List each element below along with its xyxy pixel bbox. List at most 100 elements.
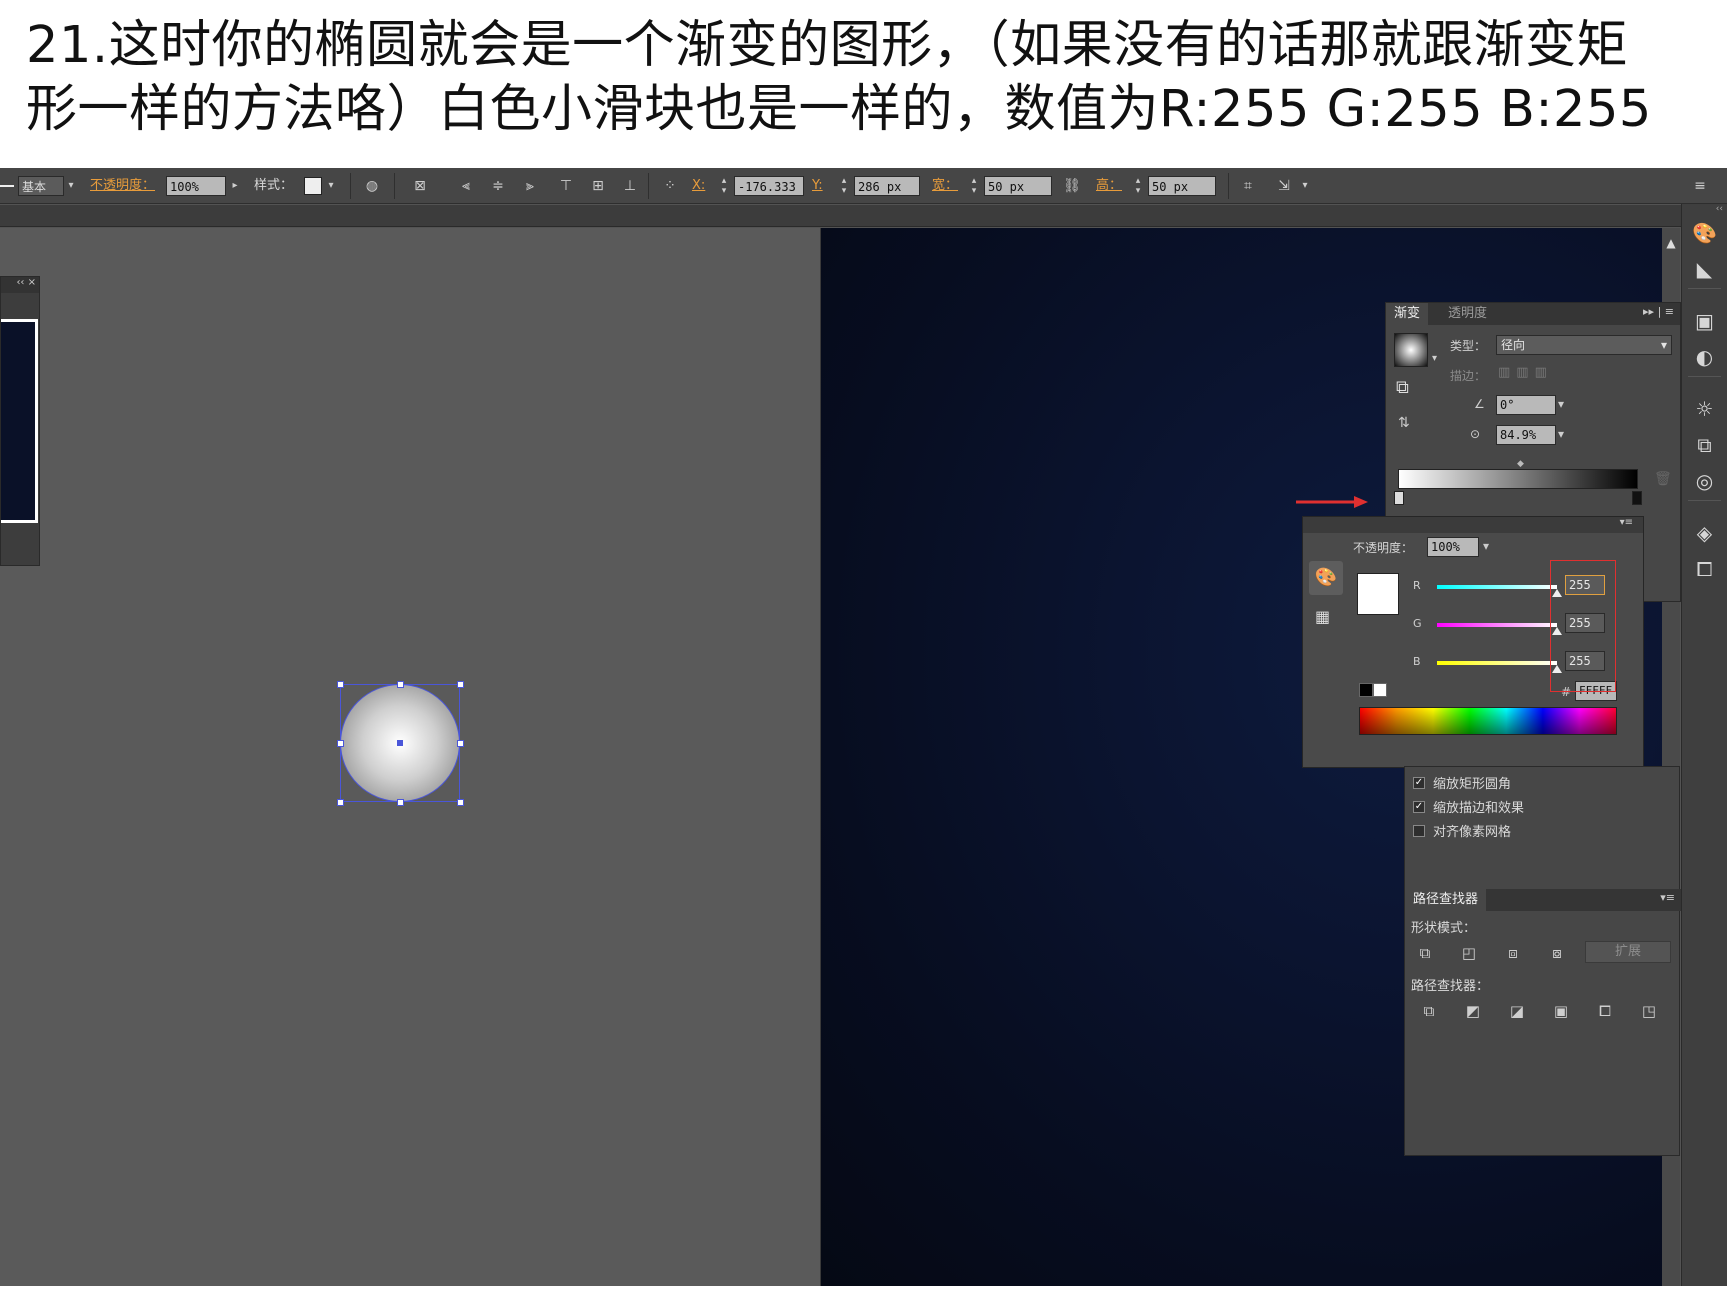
navigator-thumbnail[interactable]	[1, 319, 38, 523]
chevron-down-icon[interactable]: ▾	[1558, 397, 1564, 411]
scale-corners-checkbox[interactable]: ✓	[1413, 777, 1425, 789]
scale-corners-label: 缩放矩形圆角	[1433, 777, 1512, 792]
fill-color-swatch[interactable]	[1357, 573, 1399, 615]
opacity-label[interactable]: 不透明度：	[90, 176, 155, 196]
panel-menu-icon[interactable]: ▾≡	[1660, 891, 1675, 904]
align-to-icon[interactable]: ⊠	[410, 176, 430, 196]
divide-icon[interactable]: ⧉	[1419, 1001, 1439, 1021]
dock-collapse-icon[interactable]: ‹‹	[1682, 204, 1727, 214]
r-slider[interactable]	[1437, 585, 1557, 589]
align-hcenter-icon[interactable]: ≑	[488, 176, 508, 196]
aspect-ratio-input[interactable]: 84.9%	[1496, 425, 1556, 445]
crop-icon[interactable]: ▣	[1551, 1001, 1571, 1021]
color-opacity-input[interactable]: 100%	[1427, 537, 1479, 557]
link-icon[interactable]: ⛓	[1062, 176, 1082, 196]
artboards-icon[interactable]: ⧠	[1690, 554, 1720, 584]
gradient-stop-black[interactable]	[1632, 491, 1642, 505]
opacity-input[interactable]: 100%	[166, 176, 226, 196]
resize-handle[interactable]	[337, 799, 344, 806]
resize-handle[interactable]	[337, 740, 344, 747]
chevron-down-icon[interactable]: ▾	[1483, 539, 1489, 553]
resize-handle[interactable]	[337, 681, 344, 688]
resize-handle[interactable]	[397, 799, 404, 806]
resize-handle[interactable]	[457, 799, 464, 806]
align-pixel-checkbox[interactable]	[1413, 825, 1425, 837]
resize-handle[interactable]	[457, 681, 464, 688]
isolate-icon[interactable]: ⇲	[1274, 176, 1294, 196]
transform-panel-icon[interactable]: ⧉	[1690, 430, 1720, 460]
align-vcenter-icon[interactable]: ⊞	[588, 176, 608, 196]
scroll-up-icon[interactable]: ▲	[1662, 236, 1680, 250]
transparency-icon[interactable]: ◐	[1690, 342, 1720, 372]
g-slider[interactable]	[1437, 623, 1557, 627]
resize-handle[interactable]	[397, 681, 404, 688]
expand-button[interactable]: 扩展	[1585, 941, 1671, 963]
merge-icon[interactable]: ◪	[1507, 1001, 1527, 1021]
exclude-icon[interactable]: ⧇	[1547, 943, 1567, 963]
tab-pathfinder[interactable]: 路径查找器	[1405, 889, 1487, 911]
play-icon[interactable]: ▸	[228, 176, 242, 196]
trim-icon[interactable]: ◩	[1463, 1001, 1483, 1021]
reference-point-icon[interactable]: ⁘	[660, 176, 680, 196]
black-swatch[interactable]	[1359, 683, 1373, 697]
panel-menu-icon[interactable]: ▾≡	[1303, 517, 1643, 533]
intersect-icon[interactable]: ⧈	[1503, 943, 1523, 963]
gradient-panel-icon[interactable]: ▣	[1690, 306, 1720, 336]
layers-icon[interactable]: ◈	[1690, 518, 1720, 548]
height-input[interactable]: 50 px	[1148, 176, 1216, 196]
stroke-style-select[interactable]: 基本	[18, 176, 64, 196]
globe-icon[interactable]: ◍	[362, 176, 382, 196]
appearance-icon[interactable]: ☼	[1690, 394, 1720, 424]
fill-stroke-icon[interactable]: ⧉	[1396, 377, 1426, 407]
chevron-down-icon[interactable]: ▾	[324, 176, 338, 196]
tab-transparency[interactable]: 透明度	[1440, 303, 1495, 325]
resize-handle[interactable]	[457, 740, 464, 747]
reverse-gradient-icon[interactable]: ⇅	[1398, 415, 1410, 431]
align-left-icon[interactable]: ⫷	[456, 176, 476, 196]
width-input[interactable]: 50 px	[984, 176, 1052, 196]
x-stepper[interactable]: ▴ ▾	[718, 176, 730, 196]
y-input[interactable]: 286 px	[854, 176, 920, 196]
trash-icon[interactable]: 🗑	[1654, 471, 1672, 487]
x-input[interactable]: -176.333	[734, 176, 804, 196]
align-right-icon[interactable]: ⫸	[520, 176, 540, 196]
pathfinder-icon[interactable]: ◎	[1690, 466, 1720, 496]
transform-icon[interactable]: ⌗	[1238, 176, 1258, 196]
color-guide-icon[interactable]: ◣	[1690, 254, 1720, 284]
panel-collapse-icon[interactable]: ‹‹ ×	[1, 277, 39, 293]
swatch-grid-icon[interactable]: ▦	[1315, 607, 1330, 626]
gradient-slider[interactable]	[1398, 469, 1638, 489]
center-point	[397, 740, 403, 746]
gradient-type-select[interactable]: 径向 ▾	[1496, 335, 1672, 355]
scale-strokes-checkbox[interactable]: ✓	[1413, 801, 1425, 813]
chevron-down-icon[interactable]: ▾	[64, 176, 78, 196]
minus-front-icon[interactable]: ◰	[1459, 943, 1479, 963]
gradient-stop-white[interactable]	[1394, 491, 1404, 505]
angle-input[interactable]: 0°	[1496, 395, 1556, 415]
width-stepper[interactable]: ▴ ▾	[968, 176, 980, 196]
right-dock: ‹‹ 🎨 ◣ ▣ ◐ ☼ ⧉ ◎ ◈ ⧠	[1681, 204, 1727, 1286]
outline-icon[interactable]: ⧠	[1595, 1001, 1615, 1021]
panel-menu-icon[interactable]: ≡	[1690, 176, 1710, 196]
height-stepper[interactable]: ▴ ▾	[1132, 176, 1144, 196]
tab-gradient[interactable]: 渐变	[1386, 303, 1429, 325]
style-swatch[interactable]	[304, 177, 322, 195]
color-palette-icon[interactable]: 🎨	[1690, 218, 1720, 248]
chevron-down-icon[interactable]: ▾	[1298, 176, 1312, 196]
illustrator-window: 基本 ▾ 不透明度： 100% ▸ 样式： ▾ ◍ ⊠ ⫷ ≑ ⫸ ⊤ ⊞ ⊥ …	[0, 168, 1727, 1286]
white-swatch[interactable]	[1373, 683, 1387, 697]
unite-icon[interactable]: ⧉	[1415, 943, 1435, 963]
align-top-icon[interactable]: ⊤	[556, 176, 576, 196]
color-spectrum[interactable]	[1359, 707, 1617, 735]
align-bottom-icon[interactable]: ⊥	[620, 176, 640, 196]
minus-back-icon[interactable]: ◳	[1639, 1001, 1659, 1021]
stroke-options-icons[interactable]: ▥▥▥	[1498, 365, 1572, 385]
panel-menu-icon[interactable]: ▸▸ | ≡	[1643, 305, 1674, 318]
gradient-preview-swatch[interactable]	[1394, 333, 1428, 367]
color-palette-icon[interactable]: 🎨	[1309, 561, 1343, 595]
b-slider[interactable]	[1437, 661, 1557, 665]
chevron-down-icon[interactable]: ▾	[1558, 427, 1564, 441]
y-stepper[interactable]: ▴ ▾	[838, 176, 850, 196]
midpoint-diamond-icon[interactable]: ◆	[1517, 459, 1524, 469]
chevron-down-icon[interactable]: ▾	[1432, 353, 1437, 364]
